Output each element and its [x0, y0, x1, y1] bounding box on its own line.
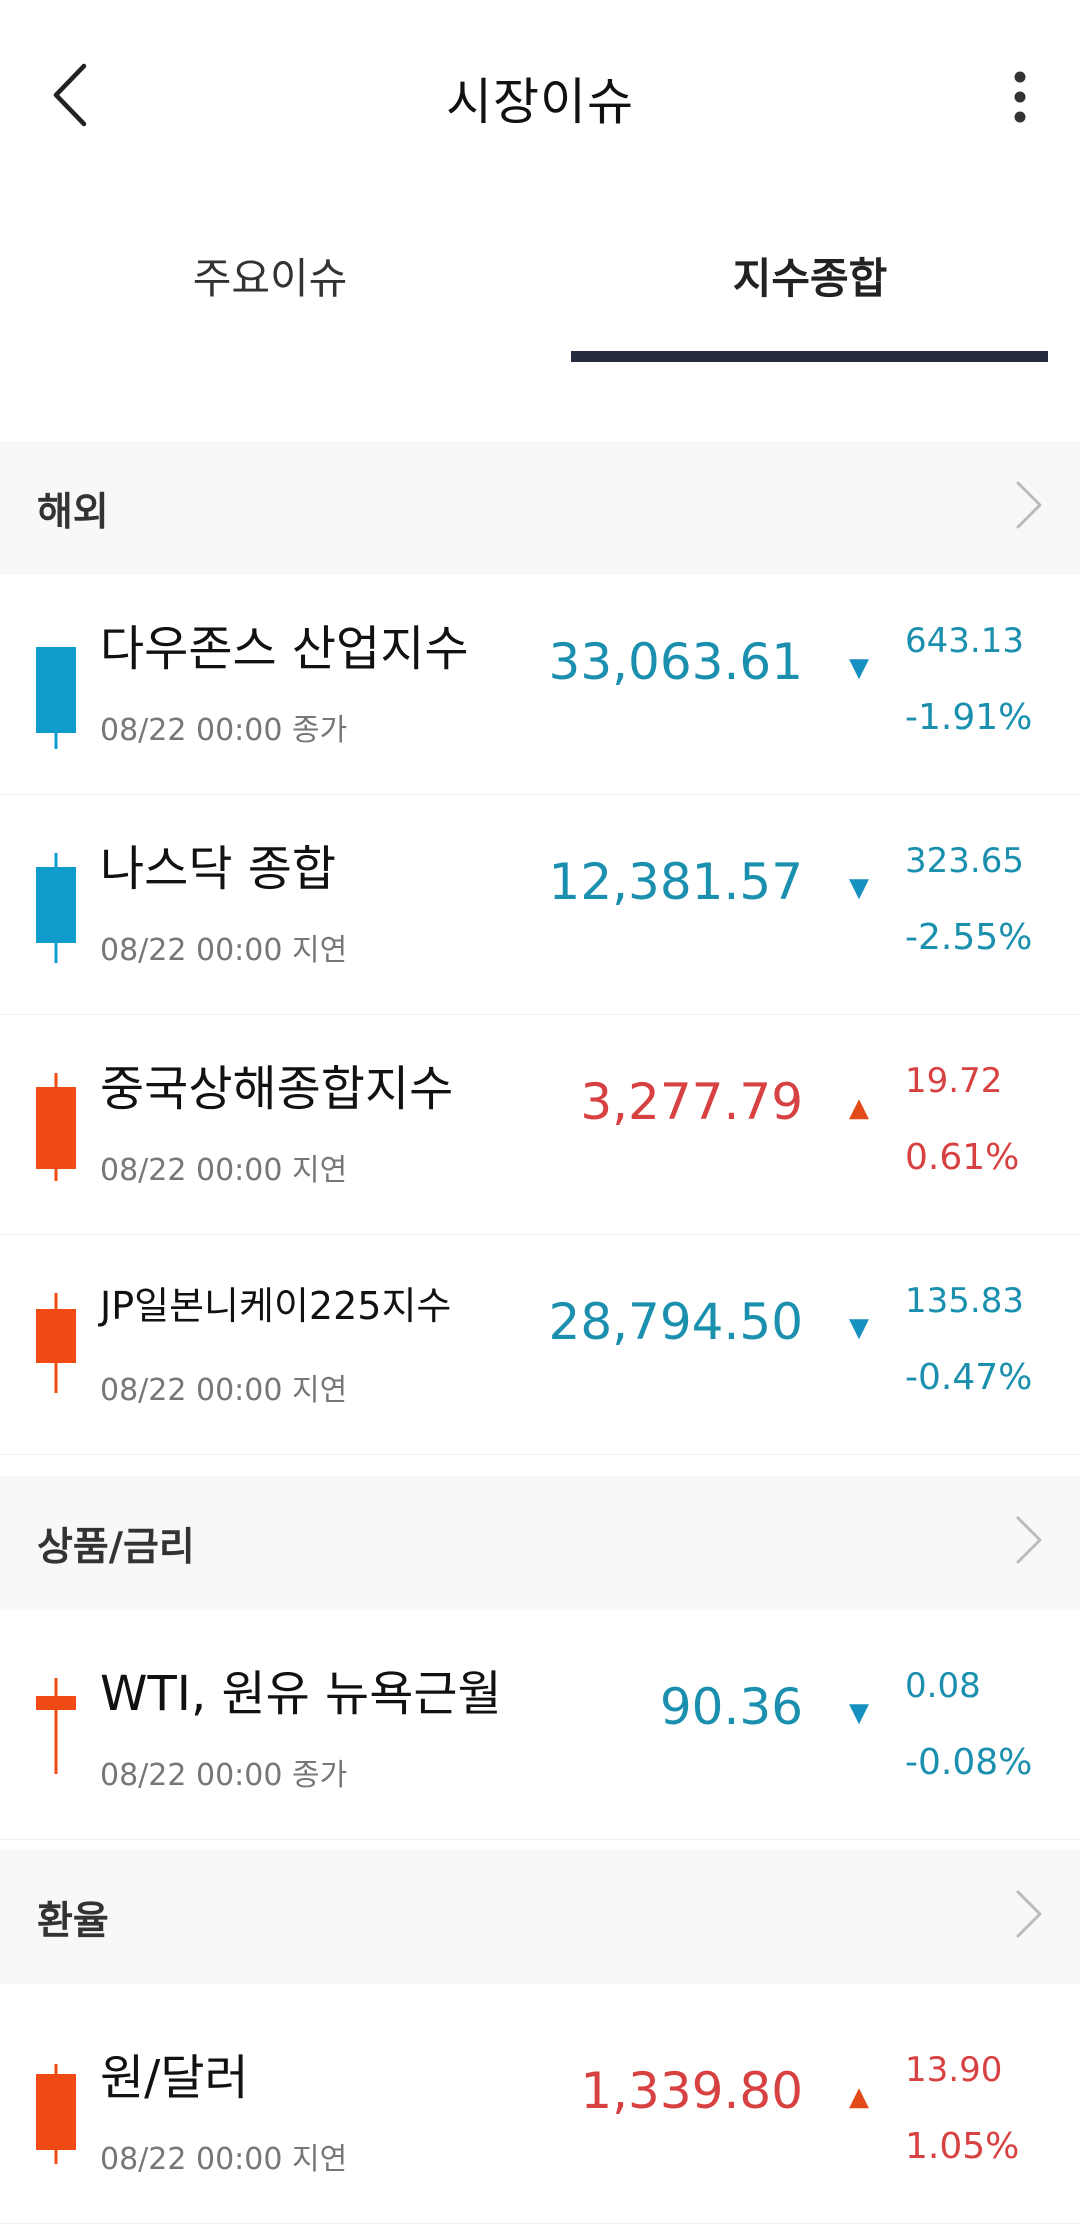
index-name: 다우존스 산업지수 — [100, 621, 469, 677]
index-price: 28,794.50 — [548, 1293, 803, 1351]
index-row-wti[interactable]: WTI, 원유 뉴욕근월 08/22 00:00 종가 90.36 ▼ 0.08… — [0, 1620, 1080, 1840]
index-price: 3,277.79 — [580, 1073, 803, 1131]
index-row-shanghai[interactable]: 중국상해종합지수 08/22 00:00 지연 3,277.79 ▲ 19.72… — [0, 1015, 1080, 1235]
triangle-down-icon: ▼ — [849, 653, 869, 683]
top-app-bar: 시장이슈 — [0, 0, 1080, 195]
index-price: 12,381.57 — [548, 853, 803, 911]
section-header-overseas[interactable]: 해외 — [0, 441, 1080, 575]
candlestick-icon — [36, 647, 76, 749]
index-name: 중국상해종합지수 — [100, 1061, 454, 1117]
index-timestamp: 08/22 00:00 지연 — [100, 2142, 348, 2177]
active-tab-indicator — [571, 351, 1048, 362]
section-title: 해외 — [37, 490, 109, 535]
triangle-down-icon: ▼ — [849, 1313, 869, 1343]
index-change-percent: 0.61% — [905, 1137, 1020, 1178]
triangle-down-icon: ▼ — [849, 1698, 869, 1728]
tab-index-summary[interactable]: 지수종합 — [540, 245, 1080, 306]
index-price: 33,063.61 — [548, 633, 803, 691]
index-change: 135.83 — [905, 1281, 1024, 1321]
triangle-down-icon: ▼ — [849, 873, 869, 903]
candlestick-icon — [36, 1073, 76, 1181]
tab-bar: 주요이슈 지수종합 — [0, 195, 1080, 365]
index-price: 1,339.80 — [580, 2062, 803, 2120]
index-row-nikkei[interactable]: JP일본니케이225지수 08/22 00:00 지연 28,794.50 ▼ … — [0, 1235, 1080, 1455]
index-change: 0.08 — [905, 1666, 981, 1706]
index-name: JP일본니케이225지수 — [100, 1284, 452, 1328]
index-timestamp: 08/22 00:00 종가 — [100, 1758, 348, 1793]
index-change-percent: -0.47% — [905, 1357, 1033, 1398]
candlestick-icon — [36, 1293, 76, 1393]
index-name: 원/달러 — [100, 2050, 249, 2106]
candlestick-icon — [36, 853, 76, 963]
page-title: 시장이슈 — [446, 73, 634, 131]
index-timestamp: 08/22 00:00 지연 — [100, 1153, 348, 1188]
chevron-right-icon — [1016, 481, 1042, 529]
index-timestamp: 08/22 00:00 지연 — [100, 933, 348, 968]
section-header-exchange-rate[interactable]: 환율 — [0, 1850, 1080, 1984]
triangle-up-icon: ▲ — [849, 2082, 869, 2112]
index-row-nasdaq[interactable]: 나스닥 종합 08/22 00:00 지연 12,381.57 ▼ 323.65… — [0, 795, 1080, 1015]
triangle-up-icon: ▲ — [849, 1093, 869, 1123]
candlestick-icon — [36, 1678, 76, 1774]
section-title: 상품/금리 — [37, 1525, 195, 1570]
index-price: 90.36 — [659, 1678, 803, 1736]
index-change-percent: -0.08% — [905, 1742, 1033, 1783]
index-name: WTI, 원유 뉴욕근월 — [100, 1666, 502, 1722]
candlestick-icon — [36, 2064, 76, 2164]
index-row-krw-usd[interactable]: 원/달러 08/22 00:00 지연 1,339.80 ▲ 13.90 1.0… — [0, 2004, 1080, 2224]
index-change-percent: -1.91% — [905, 697, 1033, 738]
index-change-percent: 1.05% — [905, 2126, 1020, 2167]
index-change: 19.72 — [905, 1061, 1003, 1101]
more-vertical-icon — [1014, 71, 1026, 123]
chevron-right-icon — [1016, 1890, 1042, 1938]
tab-main-issues[interactable]: 주요이슈 — [0, 245, 540, 306]
index-change: 643.13 — [905, 621, 1024, 661]
more-options-button[interactable] — [990, 62, 1050, 132]
index-timestamp: 08/22 00:00 지연 — [100, 1373, 348, 1408]
section-title: 환율 — [37, 1899, 109, 1944]
index-timestamp: 08/22 00:00 종가 — [100, 713, 348, 748]
index-change-percent: -2.55% — [905, 917, 1033, 958]
section-header-commodities-rates[interactable]: 상품/금리 — [0, 1476, 1080, 1610]
index-row-dow-jones[interactable]: 다우존스 산업지수 08/22 00:00 종가 33,063.61 ▼ 643… — [0, 575, 1080, 795]
index-name: 나스닥 종합 — [100, 841, 337, 897]
chevron-right-icon — [1016, 1516, 1042, 1564]
index-change: 323.65 — [905, 841, 1024, 881]
index-change: 13.90 — [905, 2050, 1003, 2090]
app-screen: 시장이슈 주요이슈 지수종합 해외 다우존스 산업지수 08/22 00:00 … — [0, 0, 1080, 2224]
